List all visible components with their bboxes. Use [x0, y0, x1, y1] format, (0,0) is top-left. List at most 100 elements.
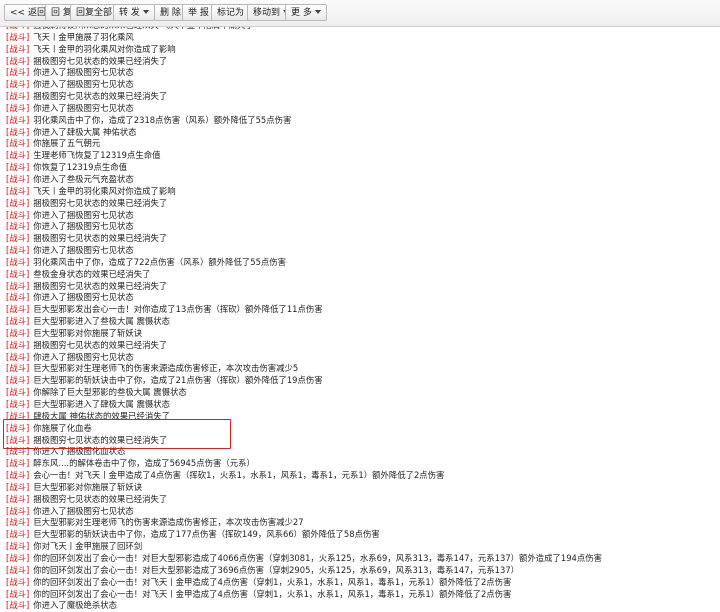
log-text: 捆极图穷七见状态的效果已经消失了: [33, 493, 168, 504]
log-line: [战斗] 你进入了肆极大属 神佑状态: [0, 127, 720, 139]
battle-tag: [战斗]: [6, 91, 30, 102]
log-line: [战斗] 你进入了捆极图穷七见状态: [0, 221, 720, 233]
battle-tag: [战斗]: [6, 233, 30, 244]
forward-button-label: 转 发: [119, 8, 140, 18]
report-button[interactable]: 举 报: [182, 4, 215, 21]
log-line: [战斗] 你恢复了12319点生命值: [0, 162, 720, 174]
battle-tag: [战斗]: [6, 517, 30, 528]
log-text: 肆极大属 神佑状态的效果已经消失了: [33, 410, 170, 421]
battle-tag: [战斗]: [6, 339, 30, 350]
log-text: 你进入了魔极绝杀状态: [33, 600, 118, 611]
battle-tag: [战斗]: [6, 67, 30, 78]
report-button-label: 举 报: [188, 8, 209, 18]
battle-tag: [战斗]: [6, 351, 30, 362]
log-text: 你的回环剑发出了会心一击！对巨大型邪影造成了4066点伤害（穿刺3081，火系1…: [33, 552, 603, 563]
log-text: 你进入了捆极图穷七见状态: [33, 245, 134, 256]
log-text: 你的回环剑发出了会心一击！对巨大型邪影造成了3696点伤害（穿刺2905，火系1…: [33, 564, 520, 575]
log-text: 你进入了叁极元气充盈状态: [33, 173, 134, 184]
log-line: [战斗] 飞天丨金甲的羽化乘风对你造成了影响: [0, 44, 720, 56]
log-text: 飞天丨金甲施展了羽化乘风: [33, 31, 134, 42]
log-line: [战斗] 肆极大属 神佑状态的效果已经消失了: [0, 411, 720, 423]
battle-tag: [战斗]: [6, 114, 30, 125]
log-text: 你进入了捆极图穷七见状态: [33, 351, 134, 362]
log-text: 捆极图穷七见状态的效果已经消失了: [33, 55, 168, 66]
log-line: [战斗] 醉东风....的解体卷击中了你，造成了56945点伤害（元系）: [0, 458, 720, 470]
log-text: 你恢复了12319点生命值: [33, 162, 127, 173]
log-text: 你进入了肆极大属 神佑状态: [33, 126, 137, 137]
log-text: 巨大型邪影进入了叁极大属 震慑状态: [33, 316, 170, 327]
battle-tag: [战斗]: [6, 564, 30, 575]
log-text: 巨大型邪影发出会心一击！对你造成了13点伤害（挥砍）额外降低了11点伤害: [33, 304, 323, 315]
log-text: 你施展了化血卷: [33, 422, 92, 433]
log-line: [战斗] 捆极图穷七见状态的效果已经消失了: [0, 233, 720, 245]
log-line: [战斗] 你进入了魔极绝杀状态: [0, 600, 720, 612]
chevron-down-icon: [142, 10, 149, 14]
log-line: [战斗] 巨大型邪影的斩妖诀击中了你，造成了177点伤害（挥砍149，风系66）额…: [0, 529, 720, 541]
battle-tag: [战斗]: [6, 410, 30, 421]
battle-tag: [战斗]: [6, 327, 30, 338]
log-line: [战斗] 你进入了捆极图化血状态: [0, 446, 720, 458]
log-line: [战斗] 你进入了捆极图穷七见状态: [0, 292, 720, 304]
battle-tag: [战斗]: [6, 387, 30, 398]
log-text: 你进入了捆极图穷七见状态: [33, 221, 134, 232]
log-text: 你的回环剑发出了会心一击！对飞天丨金甲造成了4点伤害（穿刺1，火系1，水系1，风…: [33, 588, 512, 599]
log-line: [战斗] 你的回环剑发出了会心一击！对飞天丨金甲造成了4点伤害（穿刺1，火系1，水…: [0, 577, 720, 589]
log-line: [战斗] 捆极图穷七见状态的效果已经消失了: [0, 281, 720, 293]
log-line: [战斗] 巨大型邪影进入了叁极大属 震慑状态: [0, 316, 720, 328]
mail-toolbar: << 返回 回 复 回复全部 转 发 删 除 举 报 标记为 移动到 更 多: [0, 0, 720, 27]
log-line: [战斗] 巨大型邪影对生理老师飞的伤害来源造成伤害修正，本次攻击伤害减少5: [0, 363, 720, 375]
battle-tag: [战斗]: [6, 280, 30, 291]
battle-tag: [战斗]: [6, 292, 30, 303]
log-text: 巨大型邪影的斩妖诀击中了你，造成了177点伤害（挥砍149，风系66）额外降低了…: [33, 529, 380, 540]
battle-tag: [战斗]: [6, 102, 30, 113]
forward-button[interactable]: 转 发: [113, 4, 155, 21]
battle-tag: [战斗]: [6, 173, 30, 184]
log-line: [战斗] 你的回环剑发出了会心一击！对巨大型邪影造成了3696点伤害（穿刺2905…: [0, 565, 720, 577]
log-text: 会心一击！对飞天丨金甲造成了4点伤害（挥砍1，火系1，水系1，风系1，毒系1，元…: [33, 470, 445, 481]
log-text: 巨大型邪影进入了肆极大属 震慑状态: [33, 399, 170, 409]
battle-tag: [战斗]: [6, 138, 30, 149]
log-line: [战斗] 巨大型邪影的斩妖诀击中了你，造成了21点伤害（挥砍）额外降低了19点伤害: [0, 375, 720, 387]
battle-tag: [战斗]: [6, 197, 30, 208]
log-line: [战斗] 你进入了捆极图穷七见状态: [0, 506, 720, 518]
battle-tag: [战斗]: [6, 304, 30, 315]
more-button[interactable]: 更 多: [285, 4, 327, 21]
battle-tag: [战斗]: [6, 588, 30, 599]
battle-tag: [战斗]: [6, 363, 30, 374]
log-line: [战斗] 飞天丨金甲的羽化乘风对你造成了影响: [0, 186, 720, 198]
battle-tag: [战斗]: [6, 316, 30, 327]
battle-tag: [战斗]: [6, 43, 30, 54]
battle-tag: [战斗]: [6, 470, 30, 481]
log-line: [战斗] 捆极图穷七见状态的效果已经消失了: [0, 56, 720, 68]
log-line: [战斗] 羽化乘风击中了你，造成了722点伤害（风系）额外降低了55点伤害: [0, 257, 720, 269]
log-line: [战斗] 你进入了捆极图穷七见状态: [0, 210, 720, 222]
log-line: [战斗] 生理老师飞恢复了12319点生命值: [0, 150, 720, 162]
log-line: [战斗] 会心一击！对飞天丨金甲造成了4点伤害（挥砍1，火系1，水系1，风系1，毒…: [0, 470, 720, 482]
log-line: [战斗] 你进入了捆极图穷七见状态: [0, 103, 720, 115]
battle-tag: [战斗]: [6, 505, 30, 516]
log-text: 飞天丨金甲的羽化乘风对你造成了影响: [33, 185, 176, 196]
log-line: [战斗] 捆极图穷七见状态的效果已经消失了: [0, 91, 720, 103]
log-line: [战斗] 捆极图穷七见状态的效果已经消失了: [0, 494, 720, 506]
log-text: 捆极图穷七见状态的效果已经消失了: [33, 197, 168, 208]
log-text: 你的回环剑发出了会心一击！对飞天丨金甲造成了4点伤害（穿刺1，火系1，水系1，风…: [33, 576, 512, 587]
log-text: 飞天丨金甲的羽化乘风对你造成了影响: [33, 43, 176, 54]
log-text: 羽化乘风击中了你，造成了2318点伤害（风系）额外降低了55点伤害: [33, 114, 292, 125]
battle-tag: [战斗]: [6, 399, 30, 409]
reply-all-button-label: 回复全部: [76, 8, 113, 18]
log-line: [战斗] 巨大型邪影进入了肆极大属 震慑状态: [0, 399, 720, 411]
log-line: [战斗] 你的回环剑发出了会心一击！对巨大型邪影造成了4066点伤害（穿刺3081…: [0, 553, 720, 565]
move-to-button-label: 移动到: [253, 8, 281, 18]
battle-tag: [战斗]: [6, 529, 30, 540]
mail-viewer: << 返回 回 复 回复全部 转 发 删 除 举 报 标记为 移动到 更 多 […: [0, 0, 720, 612]
battle-tag: [战斗]: [6, 126, 30, 137]
log-line: [战斗] 叁极金身状态的效果已经消失了: [0, 269, 720, 281]
log-line: [战斗] 你施展了化血卷: [0, 423, 720, 435]
more-button-label: 更 多: [291, 8, 312, 18]
log-text: 你施展了五气朝元: [33, 138, 101, 149]
battle-tag: [战斗]: [6, 493, 30, 504]
battle-tag: [战斗]: [6, 55, 30, 66]
battle-tag: [战斗]: [6, 446, 30, 457]
log-line: [战斗] 捆极图穷七见状态的效果已经消失了: [0, 435, 720, 447]
log-line: [战斗] 你施展了五气朝元: [0, 138, 720, 150]
